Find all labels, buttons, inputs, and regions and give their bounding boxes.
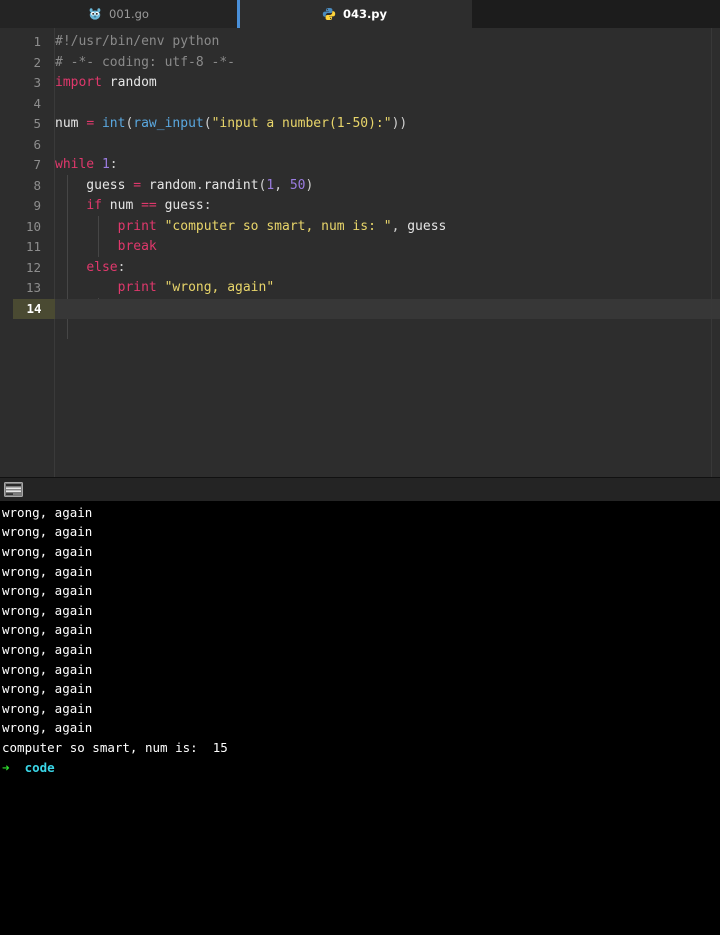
line-number: 8 [33, 177, 41, 193]
terminal-panel-header [0, 476, 720, 501]
code-line: # -*- coding: utf-8 -*- [55, 53, 720, 74]
code-line: if num == guess: [86, 198, 212, 213]
terminal-line: wrong, again [2, 642, 93, 657]
code-line: guess = random.randint(1, 50) [55, 177, 314, 193]
code-line: num = int(raw_input("input a number(1-50… [55, 116, 408, 131]
code-text: #!/usr/bin/env python [55, 34, 220, 49]
terminal-prompt[interactable]: ➜ code [2, 758, 720, 778]
prompt-arrow-icon: ➜ [2, 759, 10, 775]
line-number: 13 [25, 280, 41, 295]
terminal-line: wrong, again [2, 524, 93, 540]
line-number: 9 [33, 198, 41, 213]
line-number: 7 [33, 157, 41, 172]
terminal-line: wrong, again [2, 622, 93, 638]
code-line: print "wrong, again" [117, 280, 275, 295]
terminal-line: computer so smart, num is: 15 [2, 739, 228, 755]
editor-window: 001.go 043.py 1 2 3 4 5 6 7 8 9 10 11 12… [0, 0, 720, 935]
tab-label: 001.go [109, 7, 149, 21]
line-number: 6 [33, 136, 41, 152]
code-text: # -*- coding: utf-8 -*- [55, 54, 236, 70]
line-number: 12 [25, 259, 41, 275]
line-number-current: 14 [13, 298, 55, 319]
code-content[interactable]: #!/usr/bin/env python # -*- coding: utf-… [55, 28, 720, 477]
line-number: 5 [33, 116, 41, 131]
terminal-line: wrong, again [2, 563, 93, 579]
terminal-line: wrong, again [2, 504, 93, 520]
code-editor[interactable]: 1 2 3 4 5 6 7 8 9 10 11 12 13 14 #!/usr/… [0, 28, 720, 477]
terminal-line: wrong, again [2, 700, 93, 716]
line-number: 10 [25, 218, 41, 234]
code-line: import random [55, 75, 157, 90]
terminal-output[interactable]: wrong, again wrong, again wrong, again w… [0, 500, 720, 935]
console-icon[interactable] [4, 481, 23, 497]
code-line: #!/usr/bin/env python [55, 32, 720, 53]
line-number: 2 [33, 54, 41, 70]
code-line: break [117, 239, 157, 254]
tab-bar-empty-area [472, 0, 720, 28]
terminal-line: wrong, again [2, 544, 93, 560]
tab-label: 043.py [342, 7, 388, 21]
tab-bar: 001.go 043.py [0, 0, 720, 28]
code-line: else: [86, 259, 126, 275]
code-line: while 1: [55, 157, 118, 172]
line-number: 1 [33, 34, 41, 49]
terminal-line: wrong, again [2, 583, 93, 599]
tab-001-go[interactable]: 001.go [0, 0, 237, 28]
terminal-line: wrong, again [2, 602, 93, 618]
line-number: 11 [25, 239, 41, 254]
terminal-line: wrong, again [2, 661, 93, 677]
go-gopher-icon [88, 7, 102, 21]
line-number: 4 [33, 95, 41, 111]
python-icon [322, 7, 336, 21]
line-number: 3 [33, 75, 41, 90]
code-line-current[interactable] [55, 298, 720, 319]
terminal-line: wrong, again [2, 720, 93, 736]
column-ruler [711, 28, 712, 477]
prompt-path: code [24, 759, 55, 775]
line-number-gutter: 1 2 3 4 5 6 7 8 9 10 11 12 13 14 [0, 28, 55, 477]
code-line: print "computer so smart, num is: ", gue… [117, 218, 447, 234]
tab-043-py[interactable]: 043.py [237, 0, 472, 28]
terminal-line: wrong, again [2, 681, 93, 697]
